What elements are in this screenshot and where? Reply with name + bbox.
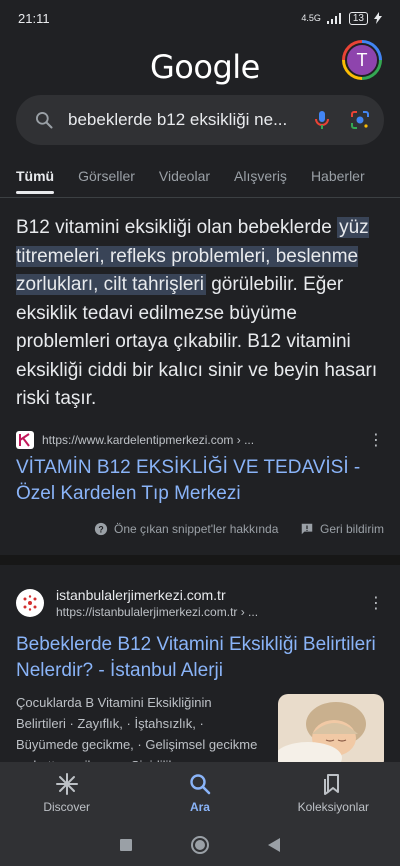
feedback-link[interactable]: Geri bildirim (300, 522, 384, 536)
result2-url: https://istanbulalerjimerkezi.com.tr › .… (56, 605, 259, 619)
discover-icon (55, 773, 78, 795)
tab-shopping[interactable]: Alışveriş (234, 158, 287, 194)
nav-search[interactable]: Ara (150, 772, 250, 814)
recents-icon[interactable] (119, 838, 133, 852)
nav-collections[interactable]: Koleksiyonlar (283, 772, 383, 814)
system-navigation (0, 824, 400, 866)
nav-discover-label: Discover (43, 800, 90, 814)
search-icon (36, 112, 53, 129)
tab-news[interactable]: Haberler (311, 158, 365, 194)
signal-icon (326, 12, 341, 24)
svg-text:?: ? (98, 525, 103, 535)
lens-icon[interactable] (348, 108, 372, 132)
search-bar[interactable]: bebeklerde b12 eksikliği ne... (16, 95, 384, 145)
tab-videos[interactable]: Videolar (159, 158, 210, 194)
search-tabs: Tümü Görseller Videolar Alışveriş Haberl… (0, 154, 400, 198)
header: Google T (0, 36, 400, 94)
tab-all[interactable]: Tümü (16, 158, 55, 194)
kardelen-favicon (16, 431, 34, 449)
google-logo[interactable]: Google (150, 48, 260, 86)
battery-icon: 13 (348, 11, 368, 25)
feedback-label: Geri bildirim (320, 522, 385, 536)
avatar-letter: T (345, 43, 379, 77)
featured-snippet-text: B12 vitamini eksikliği olan bebeklerde y… (16, 214, 384, 414)
status-time: 21:11 (18, 10, 50, 26)
tab-images[interactable]: Görseller (78, 158, 135, 194)
featured-result-title[interactable]: VİTAMİN B12 EKSİKLİĞİ VE TEDAVİSİ - Özel… (16, 455, 376, 507)
search-nav-icon (190, 774, 211, 795)
mic-icon[interactable] (310, 108, 334, 132)
about-snippets-label: Öne çıkan snippet'ler hakkında (114, 522, 279, 536)
nav-search-label: Ara (189, 800, 210, 814)
nav-discover[interactable]: Discover (17, 772, 117, 814)
nav-collections-label: Koleksiyonlar (297, 800, 369, 814)
result2-source-row[interactable]: istanbulalerjimerkezi.com.tr https://ist… (16, 587, 384, 619)
bottom-navigation: Discover Ara Koleksiyonlar (0, 762, 400, 824)
istanbul-alerji-favicon (16, 589, 44, 617)
home-icon[interactable] (190, 835, 210, 855)
help-icon: ? (94, 522, 108, 536)
back-icon[interactable] (267, 837, 281, 853)
result2-more-options-icon[interactable]: ⋮ (368, 593, 384, 613)
result2-description: Çocuklarda B Vitamini Eksikliğinin Belir… (16, 695, 258, 762)
snippet-text-before: B12 vitamini eksikliği olan bebeklerde (16, 217, 338, 238)
account-avatar[interactable]: T (342, 40, 382, 80)
about-snippets-link[interactable]: ? Öne çıkan snippet'ler hakkında (94, 522, 278, 536)
status-icons: 4.5G 13 (301, 11, 382, 25)
baby-thumbnail-image[interactable] (278, 694, 384, 770)
network-label: 4.5G (301, 13, 321, 23)
search-query[interactable]: bebeklerde b12 eksikliği ne... (68, 110, 302, 130)
result2-site-info: istanbulalerjimerkezi.com.tr https://ist… (56, 587, 258, 619)
featured-source-url: https://www.kardelentipmerkezi.com › ... (42, 433, 255, 447)
featured-source-row[interactable]: https://www.kardelentipmerkezi.com › ...… (16, 430, 384, 450)
collections-icon (324, 774, 340, 795)
charging-icon (374, 12, 382, 24)
feedback-icon (301, 523, 313, 535)
status-bar: 21:11 4.5G 13 (0, 0, 400, 36)
result2-site-name: istanbulalerjimerkezi.com.tr (56, 587, 226, 603)
result-divider (0, 555, 400, 565)
result2-title[interactable]: Bebeklerde B12 Vitamini Eksikliği Belirt… (16, 632, 376, 684)
more-options-icon[interactable]: ⋮ (368, 430, 384, 450)
